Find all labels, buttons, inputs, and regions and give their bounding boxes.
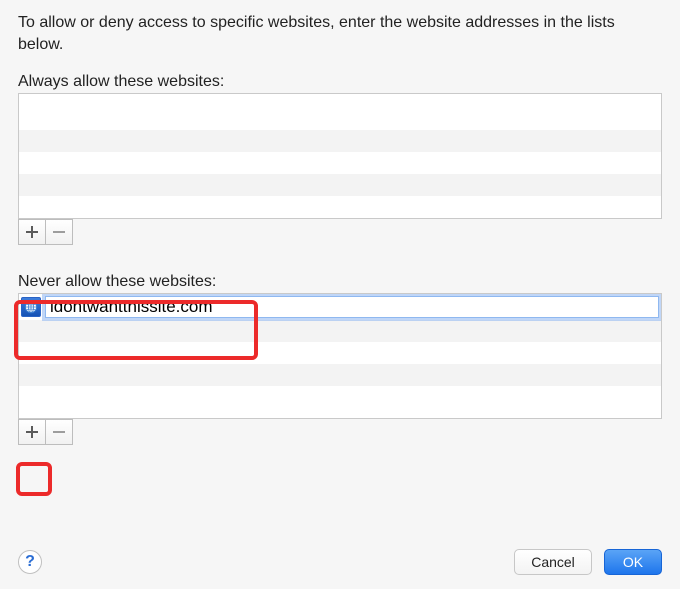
always-allow-list[interactable]	[18, 93, 662, 219]
list-row-empty	[19, 130, 661, 152]
dialog-footer: ? Cancel OK	[18, 549, 662, 575]
list-item-editing[interactable]	[19, 294, 661, 320]
ok-button[interactable]: OK	[604, 549, 662, 575]
list-row-empty	[19, 196, 661, 218]
always-allow-label: Always allow these websites:	[18, 73, 662, 91]
never-remove-button[interactable]	[45, 419, 73, 445]
instructions-text: To allow or deny access to specific webs…	[18, 12, 662, 55]
list-row-empty	[19, 94, 661, 130]
never-allow-list[interactable]	[18, 293, 662, 419]
list-row-empty	[19, 342, 661, 364]
list-row-empty	[19, 364, 661, 386]
list-row-empty	[19, 386, 661, 408]
help-icon: ?	[25, 553, 35, 571]
never-add-button[interactable]	[18, 419, 46, 445]
allow-add-button[interactable]	[18, 219, 46, 245]
never-list-buttons	[18, 419, 662, 445]
globe-icon	[21, 297, 41, 317]
list-row-empty	[19, 174, 661, 196]
never-item-input[interactable]	[45, 296, 659, 318]
list-row-empty	[19, 152, 661, 174]
never-allow-label: Never allow these websites:	[18, 273, 662, 291]
annotation-highlight-add	[16, 462, 52, 496]
allow-remove-button[interactable]	[45, 219, 73, 245]
list-row-empty	[19, 320, 661, 342]
cancel-button[interactable]: Cancel	[514, 549, 592, 575]
allow-list-buttons	[18, 219, 662, 245]
help-button[interactable]: ?	[18, 550, 42, 574]
